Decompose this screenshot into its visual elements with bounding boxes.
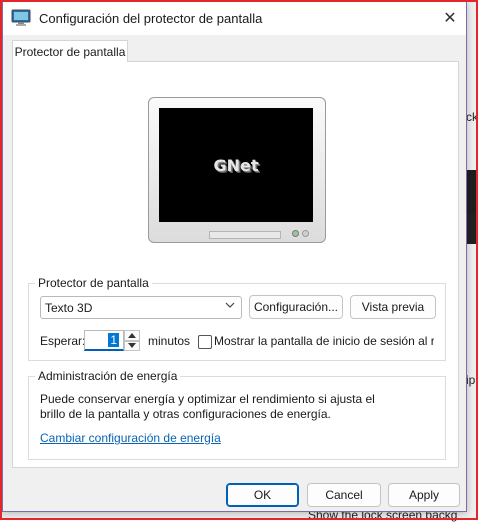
- chevron-down-icon: [225, 300, 235, 313]
- close-button[interactable]: ✕: [440, 9, 460, 27]
- wait-label: Esperar:: [40, 334, 86, 348]
- wait-minutes-stepper: [124, 330, 140, 351]
- monitor-slot: [209, 231, 281, 239]
- screensaver-select-value: Texto 3D: [45, 300, 93, 315]
- screensaver-settings-dialog: Configuración del protector de pantalla …: [2, 0, 467, 512]
- settings-button[interactable]: Configuración...: [249, 295, 343, 319]
- close-icon: ✕: [443, 10, 457, 27]
- power-group-title: Administración de energía: [35, 369, 181, 383]
- title-bar: Configuración del protector de pantalla …: [3, 1, 466, 35]
- preview-screen: GNet: [159, 108, 313, 222]
- preview-text: GNet: [213, 155, 259, 175]
- caret-up-icon: [128, 332, 136, 338]
- wait-minutes-input[interactable]: 1: [84, 330, 124, 351]
- minutes-label: minutos: [148, 334, 191, 348]
- monitor-button: [302, 230, 309, 237]
- stepper-up-button[interactable]: [124, 330, 140, 341]
- background-text-fragment: ip: [466, 373, 476, 387]
- caret-down-icon: [128, 343, 136, 349]
- ok-button[interactable]: OK: [226, 483, 299, 507]
- window-title: Configuración del protector de pantalla: [39, 10, 263, 26]
- wait-minutes-value: 1: [108, 333, 119, 347]
- background-text-fragment: ck: [466, 110, 478, 124]
- background-app-right-edge: [466, 0, 478, 520]
- monitor-power-led: [292, 230, 299, 237]
- preview-button[interactable]: Vista previa: [350, 295, 436, 319]
- stepper-down-button[interactable]: [124, 340, 140, 351]
- change-power-settings-link[interactable]: Cambiar configuración de energía: [40, 431, 221, 445]
- screensaver-group-title: Protector de pantalla: [35, 276, 152, 290]
- logon-screen-checkbox[interactable]: [198, 335, 212, 349]
- power-description-line-2: brillo de la pantalla y otras configurac…: [40, 407, 331, 421]
- apply-button[interactable]: Apply: [388, 483, 460, 507]
- power-description-line-1: Puede conservar energía y optimizar el r…: [40, 392, 375, 406]
- logon-screen-label: Mostrar la pantalla de inicio de sesión …: [214, 334, 434, 348]
- tab-screensaver[interactable]: Protector de pantalla: [12, 40, 128, 62]
- monitor-app-icon: [11, 9, 31, 27]
- screensaver-select[interactable]: Texto 3D: [40, 296, 242, 319]
- monitor-preview: GNet: [148, 97, 326, 243]
- cancel-button[interactable]: Cancel: [307, 483, 381, 507]
- background-dark-strip-2: [466, 214, 478, 244]
- background-dark-strip: [466, 170, 478, 214]
